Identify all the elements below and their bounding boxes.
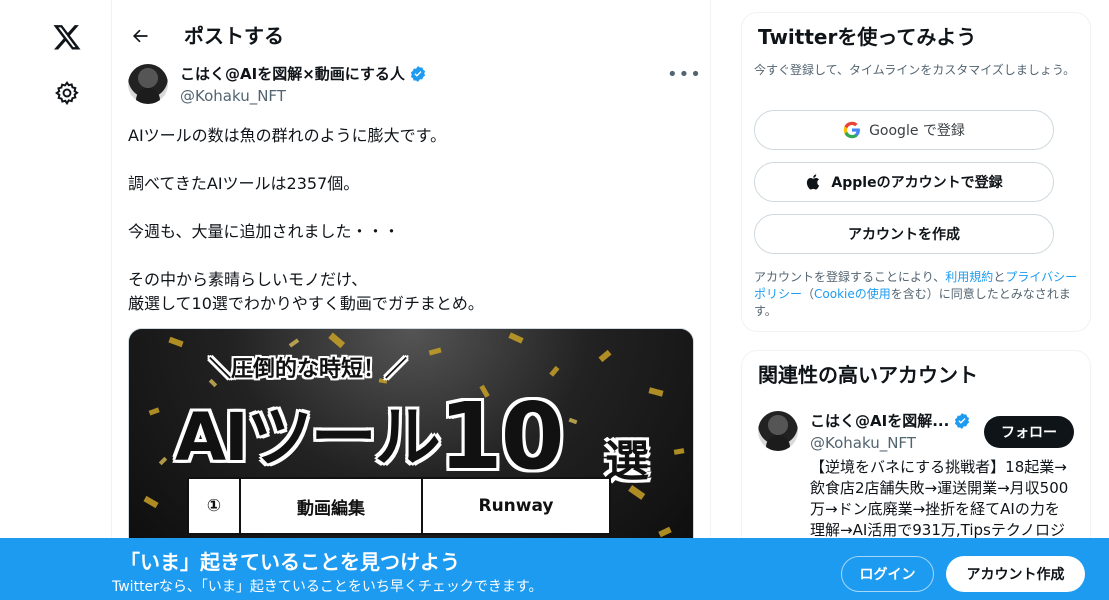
follow-button[interactable]: フォロー — [984, 416, 1074, 448]
table-cell-tool: Runway — [421, 477, 611, 535]
google-signup-button[interactable]: Google で登録 — [754, 110, 1054, 150]
related-bio: 【逆境をバネにする挑戦者】18起業→飲食店2店舗失敗→運送開業→月収500万→ド… — [810, 458, 1069, 539]
media-table: ① 動画編集 Runway — [187, 477, 611, 535]
related-name[interactable]: こはく@AIを図解... — [810, 411, 949, 431]
banner-subtitle: Twitterなら、「いま」起きていることをいち早くチェックできます。 — [112, 579, 543, 595]
create-account-label: アカウントを作成 — [848, 227, 960, 243]
settings-gear-icon[interactable] — [54, 80, 80, 106]
signup-card-subtitle: 今すぐ登録して、タイムラインをカスタマイズしましょう。 — [754, 63, 1076, 77]
apple-signup-button[interactable]: Appleのアカウントで登録 — [754, 162, 1054, 202]
tweet-line: 厳選して10選でわかりやすく動画でガチまとめ。 — [128, 294, 484, 313]
tweet-line: AIツールの数は魚の群れのように膨大です。 — [128, 126, 447, 145]
legal-notice: アカウントを登録することにより、利用規約とプライバシーポリシー（Cookieの使… — [754, 269, 1084, 320]
signup-banner: 「いま」起きていることを見つけよう Twitterなら、「いま」起きていることを… — [0, 538, 1109, 600]
more-options-icon[interactable]: ••• — [667, 66, 701, 90]
legal-and: と — [993, 270, 1006, 284]
tweet-media-image[interactable]: ＼圧倒的な時短！／ AIツール10 選 ① 動画編集 Runway — [128, 328, 694, 568]
related-handle[interactable]: @Kohaku_NFT — [810, 433, 916, 453]
related-title: 関連性の高いアカウント — [758, 363, 978, 387]
terms-link[interactable]: 利用規約 — [945, 270, 993, 284]
signup-button[interactable]: アカウント作成 — [946, 556, 1085, 592]
author-name[interactable]: こはく@AIを図解×動画にする人 — [180, 64, 405, 84]
cookie-link[interactable]: Cookieの使用 — [814, 287, 891, 301]
tweet-line: 調べてきたAIツールは2357個。 — [128, 174, 360, 193]
table-row: ① 動画編集 Runway — [187, 477, 611, 535]
back-arrow-icon[interactable] — [126, 22, 154, 50]
main-column: ポストする こはく@AIを図解×動画にする人 @Kohaku_NFT ••• A… — [112, 0, 711, 600]
table-cell-number: ① — [187, 477, 241, 535]
apple-signup-label: Appleのアカウントで登録 — [831, 175, 1003, 191]
legal-prefix: アカウントを登録することにより、 — [754, 270, 946, 284]
avatar[interactable] — [128, 64, 168, 104]
signup-card-title: Twitterを使ってみよう — [758, 25, 977, 49]
verified-badge-icon — [953, 412, 971, 430]
media-headline-text: AIツール — [175, 399, 441, 476]
create-account-button[interactable]: アカウントを作成 — [754, 214, 1054, 254]
apple-logo-icon — [807, 174, 820, 190]
avatar[interactable] — [758, 411, 798, 451]
media-headline-number: 10 — [438, 383, 565, 490]
author-handle[interactable]: @Kohaku_NFT — [180, 86, 286, 106]
x-logo-icon[interactable] — [52, 22, 82, 52]
login-button[interactable]: ログイン — [841, 556, 934, 592]
tweet-line: 今週も、大量に追加されました・・・ — [128, 222, 400, 241]
table-cell-category: 動画編集 — [239, 477, 423, 535]
media-headline-suffix: 選 — [605, 436, 649, 487]
google-signup-label: Google で登録 — [869, 123, 965, 139]
author-name-row[interactable]: こはく@AIを図解×動画にする人 — [180, 64, 427, 84]
signup-card: Twitterを使ってみよう 今すぐ登録して、タイムラインをカスタマイズしましょ… — [741, 12, 1091, 332]
banner-title: 「いま」起きていることを見つけよう — [120, 550, 460, 574]
top-bar: ポストする — [112, 18, 710, 54]
legal-open-paren: （ — [802, 287, 815, 301]
google-logo-icon — [843, 121, 861, 139]
left-nav — [0, 0, 112, 600]
media-headline: AIツール10 — [175, 375, 565, 490]
page-title: ポストする — [184, 24, 284, 48]
verified-badge-icon — [409, 65, 427, 83]
tweet-text: AIツールの数は魚の群れのように膨大です。 調べてきたAIツールは2357個。 … — [128, 124, 688, 340]
related-name-row[interactable]: こはく@AIを図解... — [810, 411, 971, 431]
tweet-line: その中から素晴らしいモノだけ、 — [128, 270, 368, 289]
tweet-author: こはく@AIを図解×動画にする人 @Kohaku_NFT ••• — [128, 64, 701, 108]
